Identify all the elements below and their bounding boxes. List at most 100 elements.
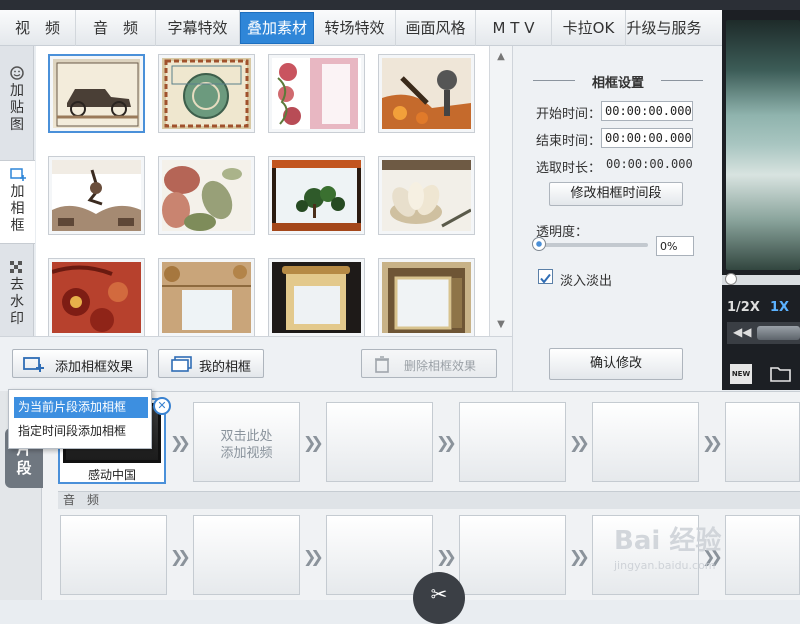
opacity-slider-knob[interactable] [532, 237, 546, 251]
baidu-watermark: Bai 经验 jingyan.baidu.com [614, 520, 721, 572]
tab-upgrade-service[interactable]: 升级与服务 [626, 10, 702, 46]
speed-one[interactable]: 1X [770, 300, 789, 315]
tab-overlay-material[interactable]: 叠加素材 [240, 12, 314, 44]
tab-video[interactable]: 视 频 [0, 10, 76, 46]
trash-icon [375, 356, 389, 373]
speed-half[interactable]: 1/2X [727, 300, 760, 315]
mosaic-icon [10, 261, 22, 273]
tab-subtitle-effects[interactable]: 字幕特效 [156, 10, 240, 46]
frame-thumb-floral-border[interactable] [158, 258, 255, 336]
tab-picture-style[interactable]: 画面风格 [396, 10, 476, 46]
video-preview[interactable] [726, 20, 800, 270]
grid-scrollbar[interactable]: ▲ ▼ [489, 46, 512, 336]
empty-audio-slot[interactable] [459, 515, 566, 595]
frame-thumb-leaves[interactable] [158, 156, 255, 235]
empty-video-slot[interactable] [592, 402, 699, 482]
frame-thumb-scroll[interactable] [268, 258, 365, 336]
tab-audio[interactable]: 音 频 [76, 10, 156, 46]
frame-thumb-lotus[interactable] [378, 156, 475, 235]
frame-thumb-microphone[interactable] [378, 54, 475, 133]
opacity-slider[interactable] [532, 237, 648, 251]
vtab-remove-watermark[interactable]: 去 水 印 [0, 260, 34, 328]
start-time-input[interactable] [601, 101, 693, 121]
frame-settings-panel: 相框设置 开始时间： 结束时间： 选取时长： 00:00:00.000 修改相框… [512, 46, 722, 391]
video-preview-panel: 1/2X 1X ◀◀ NEW [722, 10, 800, 390]
close-icon[interactable]: ✕ [153, 397, 171, 415]
vtab-remove-watermark-label: 去 水 印 [10, 277, 24, 327]
rewind-icon[interactable]: ◀◀ [733, 325, 751, 339]
fade-label: 淡入淡出 [560, 274, 613, 289]
transition-arrow-icon[interactable]: ❯❯ [436, 433, 457, 452]
transition-arrow-icon[interactable]: ❯❯ [569, 433, 590, 452]
scroll-down-icon[interactable]: ▼ [490, 316, 512, 334]
vtab-add-frame-label: 加 相 框 [10, 184, 25, 234]
delete-frame-effect-label: 删除相框效果 [404, 359, 477, 373]
audio-track-header: 音 频 [58, 491, 800, 509]
fade-checkbox[interactable] [538, 269, 553, 284]
my-frames-label: 我的相框 [199, 360, 252, 375]
tab-karaoke[interactable]: 卡拉OK [552, 10, 626, 46]
end-time-input[interactable] [601, 128, 693, 148]
end-time-label: 结束时间： [536, 134, 602, 149]
duration-label: 选取时长： [536, 161, 602, 176]
frame-thumb-decor-bottom[interactable] [48, 156, 145, 235]
jog-bar[interactable] [757, 326, 800, 340]
scissors-icon[interactable]: ✂ [413, 572, 465, 624]
tab-transition-effects[interactable]: 转场特效 [314, 10, 396, 46]
transition-arrow-icon[interactable]: ❯❯ [170, 547, 191, 566]
add-frame-effect-button[interactable]: 添加相框效果 [12, 349, 148, 378]
empty-audio-slot[interactable] [725, 515, 800, 595]
add-frame-icon [23, 357, 44, 372]
delete-frame-effect-button[interactable]: 删除相框效果 [361, 349, 497, 378]
playhead[interactable] [725, 273, 737, 285]
opacity-input[interactable] [656, 236, 694, 256]
empty-video-slot[interactable]: 双击此处 添加视频 [193, 402, 300, 482]
menu-item-add-to-current-clip[interactable]: 为当前片段添加相框 [14, 397, 148, 418]
frame-action-bar: 添加相框效果 我的相框 删除相框效果 [0, 336, 512, 391]
playback-controls: ◀◀ [727, 322, 800, 344]
start-time-label: 开始时间： [536, 107, 602, 122]
frame-thumbnail-grid [36, 46, 512, 336]
watermark-url: jingyan.baidu.com [614, 559, 716, 572]
vtab-add-sticker-label: 加 贴 图 [10, 83, 24, 133]
empty-audio-slot[interactable] [60, 515, 167, 595]
add-frame-popup-menu: 为当前片段添加相框 指定时间段添加相框 [8, 389, 152, 449]
empty-video-slot[interactable] [326, 402, 433, 482]
frame-thumb-vintage-car[interactable] [48, 54, 145, 133]
frame-thumb-pink-floral[interactable] [268, 54, 365, 133]
add-frame-icon [9, 168, 26, 181]
vtab-add-sticker[interactable]: 加 贴 图 [0, 66, 34, 134]
duration-value: 00:00:00.000 [606, 157, 693, 171]
menu-item-add-to-time-range[interactable]: 指定时间段添加相框 [14, 421, 148, 442]
settings-title: 相框设置 [533, 72, 703, 91]
tab-mtv[interactable]: M T V [476, 10, 552, 46]
frame-thumb-red-flowers[interactable] [48, 258, 145, 336]
frame-thumb-trees[interactable] [268, 156, 365, 235]
modify-time-button[interactable]: 修改相框时间段 [549, 182, 683, 206]
frame-thumb-stamp[interactable] [158, 54, 255, 133]
check-icon [540, 273, 551, 284]
new-file-icon[interactable]: NEW [730, 364, 752, 384]
my-frames-button[interactable]: 我的相框 [158, 349, 264, 378]
transition-arrow-icon[interactable]: ❯❯ [303, 547, 324, 566]
scroll-up-icon[interactable]: ▲ [490, 48, 512, 66]
empty-audio-slot[interactable] [193, 515, 300, 595]
open-folder-icon[interactable] [770, 365, 792, 383]
smiley-icon [10, 66, 24, 80]
transition-arrow-icon[interactable]: ❯❯ [436, 547, 457, 566]
frame-thumb-wooden[interactable] [378, 258, 475, 336]
main-tab-bar: 视 频 音 频 字幕特效 叠加素材 转场特效 画面风格 M T V 卡拉OK 升… [0, 10, 722, 46]
vtab-add-frame[interactable]: 加 相 框 [0, 160, 35, 244]
frames-icon [171, 356, 192, 372]
confirm-modify-button[interactable]: 确认修改 [549, 348, 683, 380]
empty-video-slot[interactable] [459, 402, 566, 482]
transition-arrow-icon[interactable]: ❯❯ [170, 433, 191, 452]
empty-video-slot[interactable] [725, 402, 800, 482]
transition-arrow-icon[interactable]: ❯❯ [303, 433, 324, 452]
add-frame-effect-label: 添加相框效果 [55, 360, 134, 375]
transition-arrow-icon[interactable]: ❯❯ [702, 433, 723, 452]
transition-arrow-icon[interactable]: ❯❯ [569, 547, 590, 566]
clip-label: 感动中国 [87, 468, 136, 482]
preview-timeline[interactable] [722, 273, 800, 285]
watermark-brand: Bai 经验 [614, 526, 722, 556]
